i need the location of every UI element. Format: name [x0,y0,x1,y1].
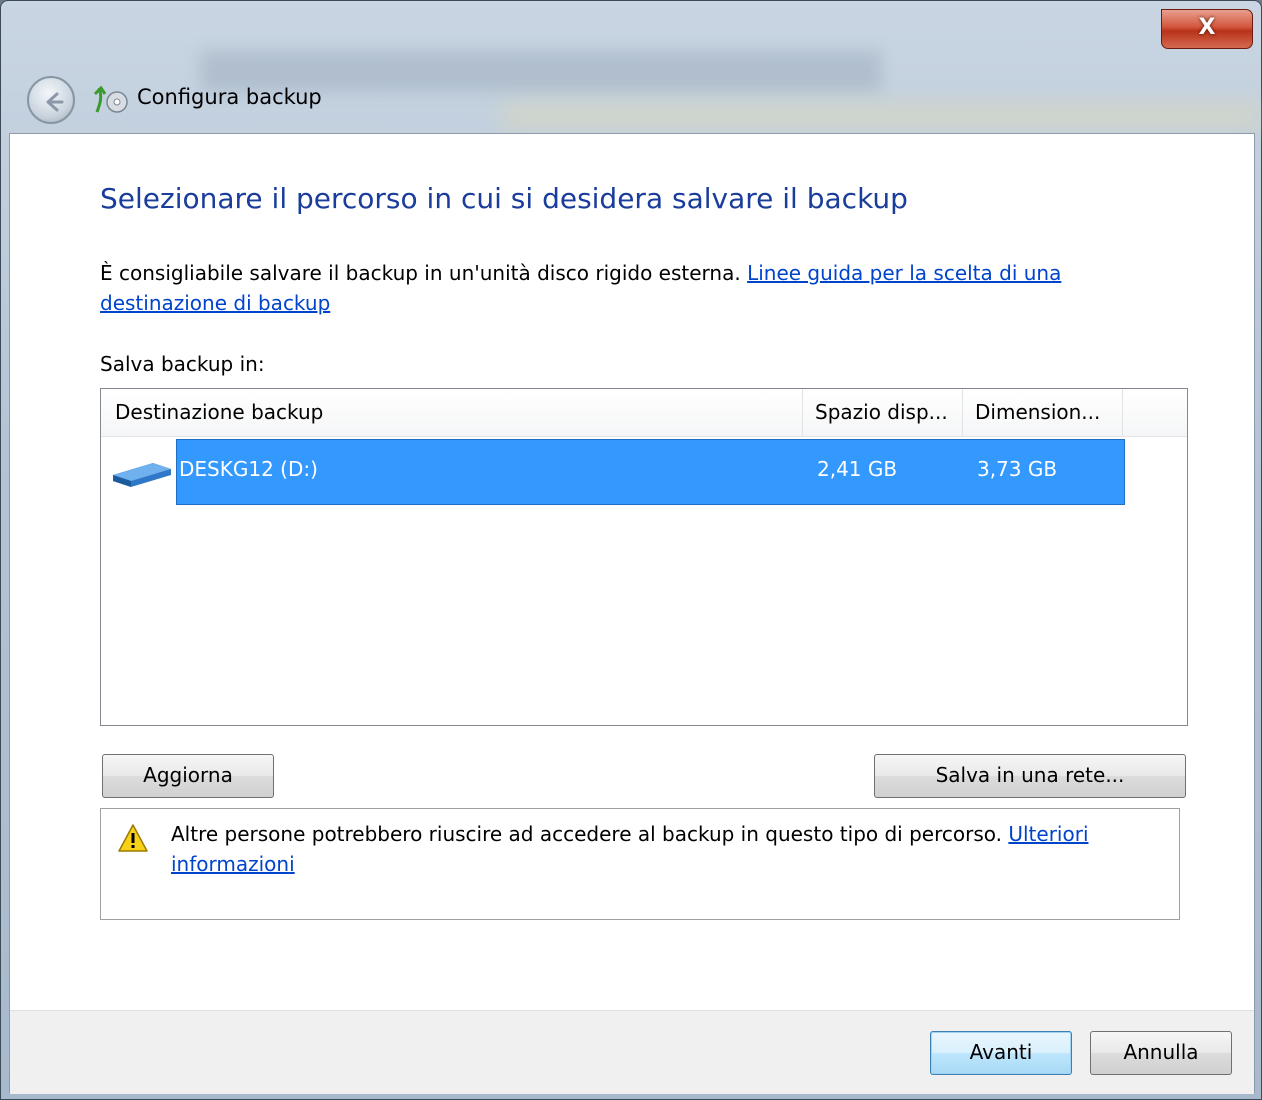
description: È consigliabile salvare il backup in un'… [100,258,1140,318]
title-bar: X Configura backup [1,1,1261,133]
page-heading: Selezionare il percorso in cui si deside… [100,182,908,215]
drive-name: DESKG12 (D:) [179,457,318,481]
column-header-total-size[interactable]: Dimension... [963,389,1123,437]
drive-icon [113,463,171,487]
back-button[interactable] [27,76,75,124]
back-arrow-icon [46,92,64,112]
warning-box: Altre persone potrebbero riuscire ad acc… [100,808,1180,920]
drive-total-size: 3,73 GB [977,457,1058,481]
dialog-content: Selezionare il percorso in cui si deside… [9,133,1255,1094]
column-header-free-space[interactable]: Spazio disp... [803,389,963,437]
table-row[interactable]: DESKG12 (D:) 2,41 GB 3,73 GB [101,439,1125,505]
drive-free-space: 2,41 GB [817,457,898,481]
backup-app-icon [93,85,128,113]
column-header-destination[interactable]: Destinazione backup [101,389,803,437]
window-title: Configura backup [137,85,322,109]
backup-destination-list[interactable]: Destinazione backup Spazio disp... Dimen… [100,388,1188,726]
column-header-filler [1123,389,1187,437]
configure-backup-window: X Configura backup Selezionare il percor… [0,0,1262,1100]
warning-icon [118,824,148,852]
cancel-button[interactable]: Annulla [1090,1031,1232,1075]
save-on-network-button[interactable]: Salva in una rete... [874,754,1186,798]
close-button[interactable]: X [1161,9,1253,49]
next-button[interactable]: Avanti [930,1031,1072,1075]
save-backup-label: Salva backup in: [100,352,265,376]
warning-message: Altre persone potrebbero riuscire ad acc… [171,819,1161,879]
refresh-button[interactable]: Aggiorna [102,754,274,798]
warning-text: Altre persone potrebbero riuscire ad acc… [171,822,1002,846]
dialog-footer: Avanti Annulla [10,1010,1254,1094]
description-text: È consigliabile salvare il backup in un'… [100,261,741,285]
